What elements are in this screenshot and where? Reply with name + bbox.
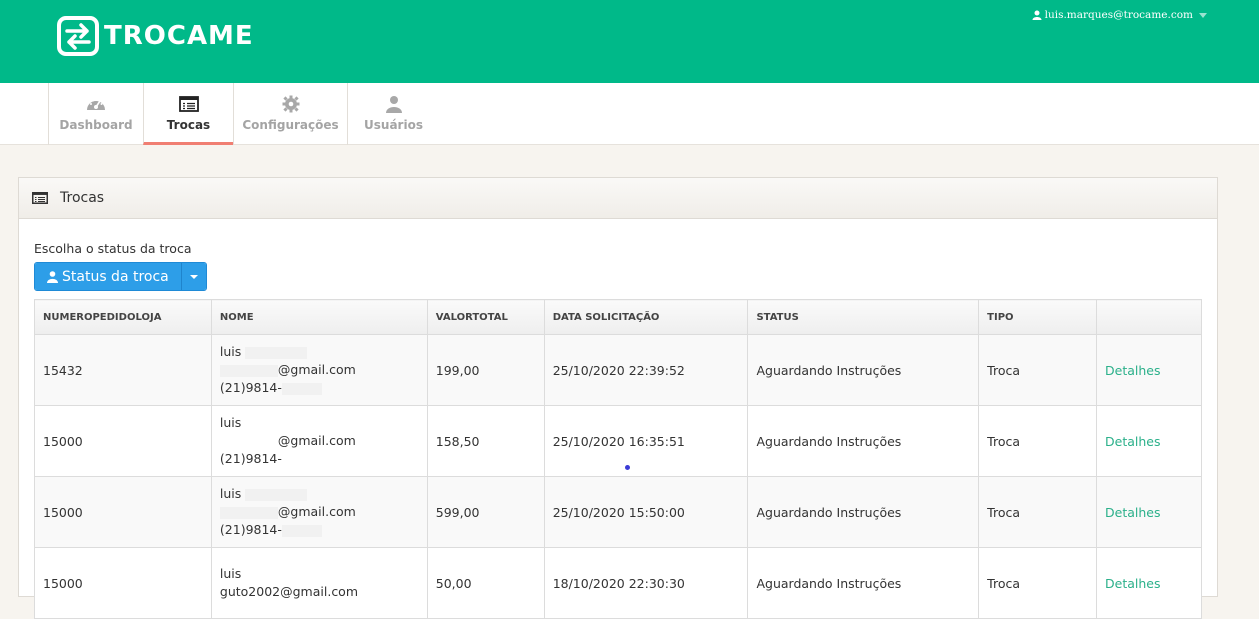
cursor-dot [625,465,630,470]
trocas-panel: Trocas Escolha o status da troca Status … [18,177,1218,619]
redaction [281,382,322,395]
panel-header: Trocas [19,178,1217,219]
cell-acao: Detalhes [1096,334,1202,406]
list-icon [178,96,199,112]
tab-trocas[interactable]: Trocas [143,83,233,145]
cell-nome: luis @gmail.com (21)9814- [210,476,428,548]
cell-acao: Detalhes [1096,476,1202,548]
cell-acao: Detalhes [1096,547,1202,619]
status-filter-label: Escolha o status da troca [34,241,192,256]
col-data[interactable]: DATA SOLICITAÇÃO [543,299,749,335]
cell-numero: 15000 [34,476,212,548]
user-icon [385,96,402,113]
cell-tipo: Troca [978,547,1098,619]
col-acoes [1096,299,1202,335]
status-dropdown[interactable]: Status da troca [34,262,207,291]
table-row: 15000 luis guto2002@gmail.com 50,00 18/1… [34,547,1202,619]
cell-numero: 15432 [34,334,212,406]
cell-tipo: Troca [978,476,1098,548]
customer-phone: (21)9814- [219,380,282,395]
cell-tipo: Troca [978,334,1098,406]
redaction [245,488,308,501]
gear-icon [282,95,299,113]
customer-name: luis [219,486,242,501]
panel-title: Trocas [60,190,105,206]
status-button-label: Status da troca [62,268,169,285]
user-icon [1032,10,1042,20]
cell-valor: 599,00 [426,476,545,548]
cell-tipo: Troca [978,405,1098,477]
detalhes-link[interactable]: Detalhes [1105,505,1160,520]
redaction [245,346,308,359]
cell-data: 18/10/2020 22:30:30 [543,547,749,619]
col-tipo[interactable]: TIPO [978,299,1098,335]
customer-email: @gmail.com [277,504,356,519]
tab-dashboard[interactable]: Dashboard [48,83,143,145]
tab-trocas-label: Trocas [166,118,211,132]
redaction [281,524,322,537]
table-header-row: NUMEROPEDIDOLOJA NOME VALORTOTAL DATA SO… [34,299,1202,335]
cell-nome: luis @gmail.com (21)9814- [210,334,428,406]
cell-nome: luis guto2002@gmail.com [210,547,428,619]
gauge-icon [87,98,105,110]
trocas-table: NUMEROPEDIDOLOJA NOME VALORTOTAL DATA SO… [34,299,1202,619]
tab-configuracoes-label: Configurações [242,118,339,132]
cell-status: Aguardando Instruções [747,405,980,477]
cell-status: Aguardando Instruções [747,547,980,619]
table-row: 15000 luis @gmail.com (21)9814- 599,00 2… [34,476,1202,548]
status-button[interactable]: Status da troca [35,263,181,290]
logo[interactable]: TROCAME [57,16,254,56]
tab-dashboard-label: Dashboard [59,118,133,132]
tab-usuarios[interactable]: Usuários [347,83,439,145]
cell-data: 25/10/2020 16:35:51 [543,405,749,477]
customer-phone: (21)9814- [219,451,282,466]
customer-email: @gmail.com [277,362,356,377]
redaction [219,435,278,448]
redaction [219,506,278,519]
col-numero[interactable]: NUMEROPEDIDOLOJA [34,299,212,335]
cell-valor: 50,00 [426,547,545,619]
status-dropdown-toggle[interactable] [180,263,206,290]
customer-phone: (21)9814- [219,522,282,537]
user-email: luis.marques@trocame.com [1044,9,1193,21]
cell-numero: 15000 [34,547,212,619]
customer-email: guto2002@gmail.com [219,584,359,599]
tab-usuarios-label: Usuários [364,118,423,132]
caret-down-icon [189,274,198,279]
cell-acao: Detalhes [1096,405,1202,477]
cell-data: 25/10/2020 15:50:00 [543,476,749,548]
user-icon [47,270,58,283]
tab-configuracoes[interactable]: Configurações [233,83,347,145]
main-nav: Dashboard Trocas Configurações Usuários [0,83,1259,145]
chevron-down-icon [1199,12,1207,18]
cell-valor: 199,00 [426,334,545,406]
cell-numero: 15000 [34,405,212,477]
customer-name: luis [219,566,242,581]
customer-name: luis [219,415,242,430]
cell-status: Aguardando Instruções [747,476,980,548]
cell-valor: 158,50 [426,405,545,477]
table-row: 15000 luis @gmail.com (21)9814- 158,50 2… [34,405,1202,477]
detalhes-link[interactable]: Detalhes [1105,363,1160,378]
list-icon [32,192,48,204]
cell-data: 25/10/2020 22:39:52 [543,334,749,406]
detalhes-link[interactable]: Detalhes [1105,576,1160,591]
logo-mark-icon [57,16,99,56]
table-row: 15432 luis @gmail.com (21)9814- 199,00 2… [34,334,1202,406]
customer-name: luis [219,344,242,359]
brand-name: TROCAME [104,21,254,51]
cell-nome: luis @gmail.com (21)9814- [210,405,428,477]
top-header: TROCAME luis.marques@trocame.com [0,0,1259,83]
customer-email: @gmail.com [277,433,356,448]
col-valor[interactable]: VALORTOTAL [426,299,545,335]
user-menu[interactable]: luis.marques@trocame.com [1032,9,1207,21]
cell-status: Aguardando Instruções [747,334,980,406]
col-status[interactable]: STATUS [747,299,980,335]
redaction [219,364,278,377]
col-nome[interactable]: NOME [210,299,428,335]
detalhes-link[interactable]: Detalhes [1105,434,1160,449]
